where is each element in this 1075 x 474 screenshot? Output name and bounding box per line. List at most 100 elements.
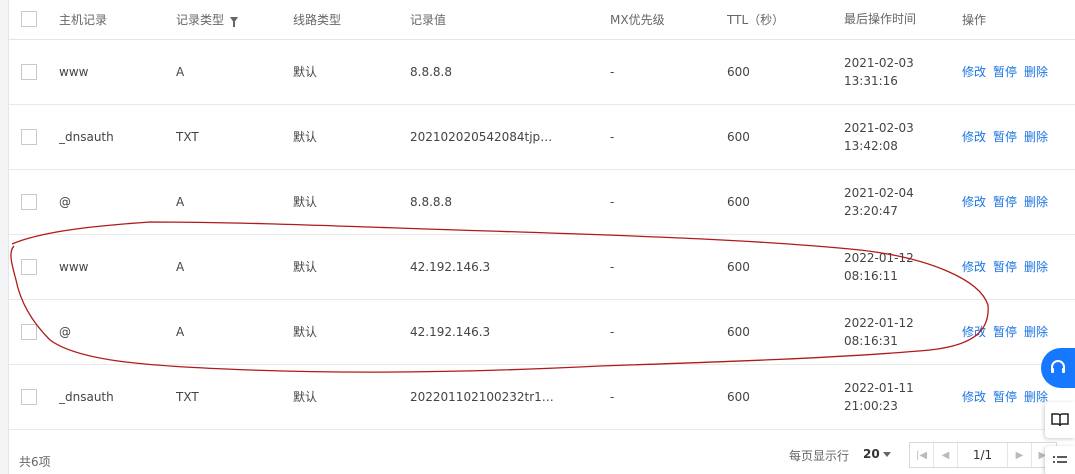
header-type-cell: 记录类型 (176, 0, 293, 39)
dns-records-panel: 主机记录 记录类型 线路类型 记录值 MX优先级 TTL（秒） 最后操作时间 操… (8, 0, 1075, 474)
pause-link[interactable]: 暂停 (993, 390, 1017, 404)
row-actions: 修改 暂停 删除 (962, 193, 1075, 210)
header-ttl: TTL（秒） (727, 12, 785, 27)
prev-page-icon[interactable]: ◀ (934, 443, 958, 467)
modified-date: 2021-02-03 (844, 120, 914, 135)
modified-time: 2022-01-11 21:00:23 (844, 379, 962, 415)
modified-clock: 08:16:11 (844, 268, 898, 283)
time-cell: 2022-01-11 21:00:23 (844, 364, 962, 429)
page-size-select[interactable]: 20 (863, 447, 880, 461)
delete-link[interactable]: 删除 (1024, 130, 1048, 144)
value-cell: 42.192.146.3 (410, 299, 610, 364)
host-cell: @ (59, 194, 71, 209)
select-all-checkbox[interactable] (21, 11, 37, 28)
page-input[interactable]: 1/1 (958, 443, 1008, 467)
type-cell: A (176, 324, 185, 339)
row-checkbox[interactable] (21, 63, 37, 80)
page-size-label: 每页显示行 (789, 449, 850, 463)
delete-link[interactable]: 删除 (1024, 390, 1048, 404)
edit-link[interactable]: 修改 (962, 325, 986, 339)
ttl-cell: 600 (727, 64, 750, 79)
edit-link[interactable]: 修改 (962, 195, 986, 209)
book-icon[interactable] (1045, 402, 1075, 438)
pause-link[interactable]: 暂停 (993, 65, 1017, 79)
value-cell: 8.8.8.8 (410, 169, 610, 234)
modified-clock: 13:42:08 (844, 138, 898, 153)
modified-time: 2021-02-03 13:31:16 (844, 54, 962, 90)
type-cell: TXT (176, 389, 199, 404)
host-cell: @ (59, 324, 71, 339)
mx-cell: - (610, 324, 615, 339)
value-cell: 42.192.146.3 (410, 234, 610, 299)
modified-date: 2022-01-12 (844, 315, 914, 330)
table-row: @ A 默认 8.8.8.8 - 600 2021-02-04 23:20:47 修改 暂停 删除 (9, 169, 1075, 234)
table-row: @ A 默认 42.192.146.3 - 600 2022-01-12 08:16:31 修改… (9, 299, 1075, 364)
pause-link[interactable]: 暂停 (993, 130, 1017, 144)
pause-link[interactable]: 暂停 (993, 195, 1017, 209)
host-cell: www (59, 64, 89, 79)
modified-time: 2021-02-04 23:20:47 (844, 184, 962, 220)
modified-time: 2021-02-03 13:42:08 (844, 119, 962, 155)
record-value: 8.8.8.8 (410, 194, 452, 209)
row-select-cell (9, 39, 59, 104)
row-checkbox[interactable] (21, 128, 37, 145)
time-cell: 2022-01-12 08:16:11 (844, 234, 962, 299)
host-cell: _dnsauth (59, 389, 114, 404)
filter-icon[interactable] (230, 16, 239, 27)
ttl-cell: 600 (727, 129, 750, 144)
line-cell: 默认 (293, 260, 318, 274)
row-checkbox[interactable] (21, 388, 37, 405)
row-select-cell (9, 169, 59, 234)
line-cell: 默认 (293, 325, 318, 339)
header-op: 操作 (962, 12, 987, 27)
list-icon[interactable] (1045, 446, 1075, 474)
header-line: 线路类型 (293, 12, 342, 27)
row-actions: 修改 暂停 删除 (962, 63, 1075, 80)
record-value: 8.8.8.8 (410, 64, 452, 79)
type-cell: A (176, 194, 185, 209)
pause-link[interactable]: 暂停 (993, 260, 1017, 274)
edit-link[interactable]: 修改 (962, 260, 986, 274)
table-header-row: 主机记录 记录类型 线路类型 记录值 MX优先级 TTL（秒） 最后操作时间 操… (9, 0, 1075, 39)
delete-link[interactable]: 删除 (1024, 325, 1048, 339)
header-type: 记录类型 (176, 12, 225, 27)
modified-time: 2022-01-12 08:16:31 (844, 314, 962, 350)
edit-link[interactable]: 修改 (962, 390, 986, 404)
actions-cell: 修改 暂停 删除 (962, 39, 1075, 104)
ttl-cell: 600 (727, 259, 750, 274)
line-cell: 默认 (293, 65, 318, 79)
edit-link[interactable]: 修改 (962, 65, 986, 79)
row-select-cell (9, 299, 59, 364)
modified-date: 2022-01-11 (844, 380, 914, 395)
ttl-cell: 600 (727, 324, 750, 339)
pause-link[interactable]: 暂停 (993, 325, 1017, 339)
type-cell: TXT (176, 129, 199, 144)
delete-link[interactable]: 删除 (1024, 260, 1048, 274)
row-select-cell (9, 364, 59, 429)
line-cell: 默认 (293, 195, 318, 209)
modified-clock: 13:31:16 (844, 73, 898, 88)
delete-link[interactable]: 删除 (1024, 195, 1048, 209)
row-actions: 修改 暂停 删除 (962, 323, 1075, 340)
table-row: www A 默认 8.8.8.8 - 600 2021-02-03 13:31:16 修改 暂停删… (9, 39, 1075, 104)
row-select-cell (9, 104, 59, 169)
record-value: 202201102100232tr1asm… (410, 389, 560, 404)
edit-link[interactable]: 修改 (962, 130, 986, 144)
first-page-icon[interactable]: |◀ (910, 443, 934, 467)
row-actions: 修改 暂停 删除 (962, 128, 1075, 145)
next-page-icon[interactable]: ▶ (1008, 443, 1032, 467)
modified-date: 2021-02-04 (844, 185, 914, 200)
chevron-down-icon[interactable] (883, 452, 891, 457)
modified-clock: 23:20:47 (844, 203, 898, 218)
row-checkbox[interactable] (21, 258, 37, 275)
record-value: 42.192.146.3 (410, 259, 491, 274)
record-value: 42.192.146.3 (410, 324, 491, 339)
headset-icon[interactable] (1041, 348, 1075, 388)
value-cell: 202102020542084tjpm9o… (410, 104, 610, 169)
modified-clock: 21:00:23 (844, 398, 898, 413)
type-cell: A (176, 259, 185, 274)
row-checkbox[interactable] (21, 193, 37, 210)
delete-link[interactable]: 删除 (1024, 65, 1048, 79)
modified-date: 2021-02-03 (844, 55, 914, 70)
row-checkbox[interactable] (21, 323, 37, 340)
